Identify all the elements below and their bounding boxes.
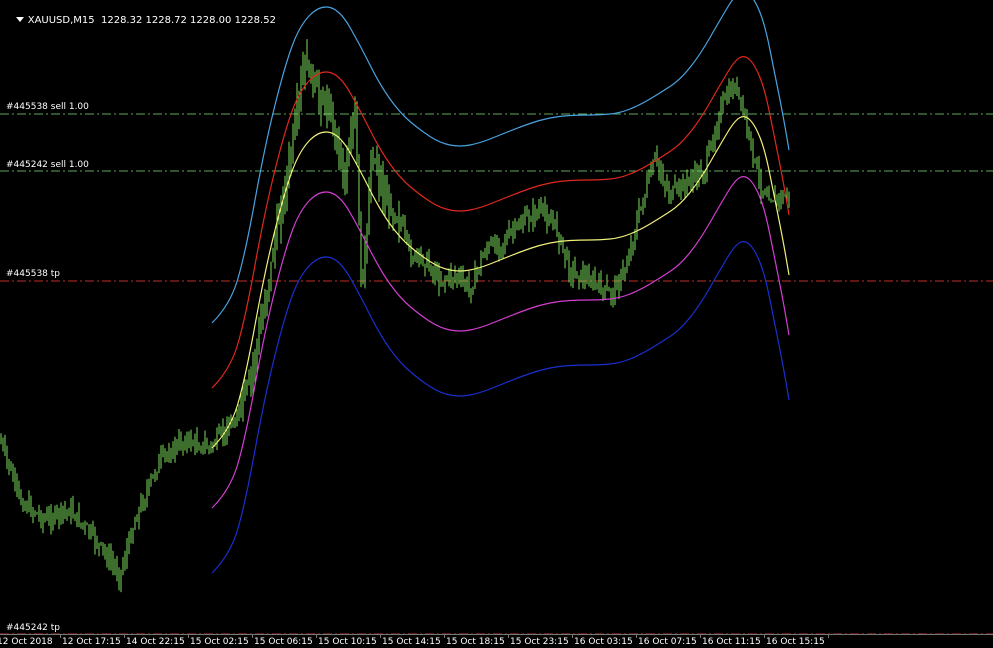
- time-label: 15 Oct 14:15: [382, 637, 441, 647]
- time-tick: [124, 635, 125, 638]
- chart-window[interactable]: XAUUSD,M15 1228.32 1228.72 1228.00 1228.…: [0, 0, 993, 647]
- order-label-445538-sell[interactable]: #445538 sell 1.00: [6, 102, 89, 112]
- band-outer-lower: [211, 241, 790, 574]
- time-label: 15 Oct 06:15: [254, 637, 313, 647]
- time-label: 16 Oct 03:15: [574, 637, 633, 647]
- order-label-445538-tp[interactable]: #445538 tp: [6, 269, 60, 279]
- time-tick: [828, 635, 829, 638]
- candlesticks: [0, 39, 790, 593]
- symbol-quote: XAUUSD,M15 1228.32 1228.72 1228.00 1228.…: [27, 15, 276, 26]
- time-label: 15 Oct 18:15: [446, 637, 505, 647]
- time-tick: [316, 635, 317, 638]
- envelope-bands: [211, 0, 790, 574]
- time-tick: [188, 635, 189, 638]
- time-tick: [764, 635, 765, 638]
- band-lower: [211, 176, 790, 509]
- time-label: 15 Oct 10:15: [318, 637, 377, 647]
- order-label-445242-tp[interactable]: #445242 tp: [6, 623, 60, 633]
- time-label: 15 Oct 23:15: [510, 637, 569, 647]
- price-chart[interactable]: [0, 0, 993, 634]
- time-tick: [636, 635, 637, 638]
- time-label: 14 Oct 22:15: [126, 637, 185, 647]
- time-label: 16 Oct 07:15: [638, 637, 697, 647]
- time-label: 12 Oct 2018: [0, 637, 53, 647]
- time-tick: [572, 635, 573, 638]
- collapse-triangle-icon[interactable]: [15, 16, 24, 22]
- time-label: 12 Oct 17:15: [62, 637, 121, 647]
- time-tick: [380, 635, 381, 638]
- time-label: 16 Oct 11:15: [702, 637, 761, 647]
- time-tick: [252, 635, 253, 638]
- time-tick: [508, 635, 509, 638]
- time-label: 15 Oct 02:15: [190, 637, 249, 647]
- time-tick: [444, 635, 445, 638]
- time-axis: 12 Oct 2018 12 Oct 17:15 14 Oct 22:15 15…: [0, 634, 993, 648]
- time-tick: [60, 635, 61, 638]
- symbol-header[interactable]: XAUUSD,M15 1228.32 1228.72 1228.00 1228.…: [3, 4, 276, 37]
- order-label-445242-sell[interactable]: #445242 sell 1.00: [6, 160, 89, 170]
- time-tick: [700, 635, 701, 638]
- band-outer-upper: [211, 0, 790, 324]
- time-label: 16 Oct 15:15: [766, 637, 825, 647]
